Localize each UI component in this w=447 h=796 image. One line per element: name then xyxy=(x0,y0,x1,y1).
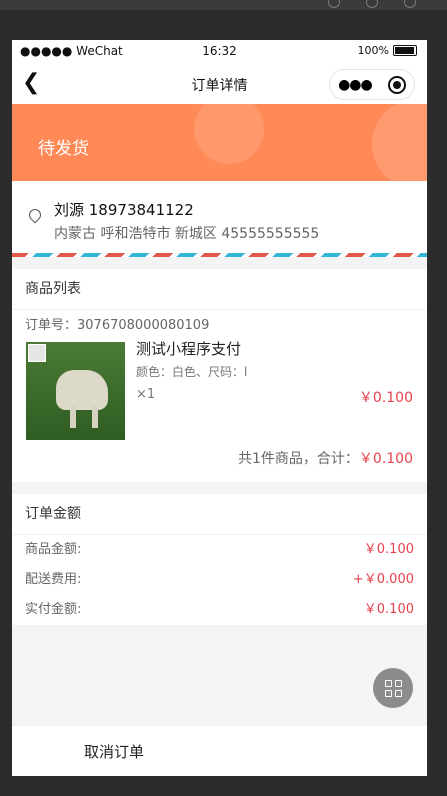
order-status-banner: 待发货 xyxy=(12,104,427,181)
product-price: ￥0.100 xyxy=(358,390,413,406)
order-number: 订单号：3076708000080109 xyxy=(25,318,210,333)
more-dots-icon[interactable]: ●●● xyxy=(338,77,373,93)
battery-icon xyxy=(393,45,417,56)
amount-label: 商品金额: xyxy=(25,542,82,557)
battery-percent: 100% xyxy=(357,44,389,57)
goat-shape xyxy=(56,370,108,410)
decor-circle xyxy=(194,104,264,164)
goat-leg xyxy=(70,406,76,428)
grid-icon xyxy=(384,679,402,697)
envelope-stripe xyxy=(12,253,427,257)
phone-screen: ●●●●● WeChat 16:32 100% ❮ 订单详情 ●●● 待发货 刘… xyxy=(12,40,427,776)
window-top-strip xyxy=(0,0,447,10)
product-list-card: 商品列表 订单号：3076708000080109 测试小程序支付 颜色：白色、… xyxy=(12,269,427,482)
product-thumbnail[interactable] xyxy=(26,342,125,440)
subtotal-label: 共1件商品，合计： xyxy=(237,451,359,467)
cancel-order-button[interactable]: 取消订单 xyxy=(84,741,144,762)
amount-label: 实付金额: xyxy=(25,602,82,617)
decor-circle xyxy=(372,104,427,181)
recipient-address: 内蒙古 呼和浩特市 新城区 45555555555 xyxy=(54,226,320,242)
window-icon xyxy=(404,0,416,8)
bottom-action-bar: 取消订单 xyxy=(12,725,427,776)
amount-row: 商品金额: ￥0.100 xyxy=(12,535,427,565)
target-icon[interactable] xyxy=(387,75,406,94)
order-subtotal: 共1件商品，合计：￥0.100 xyxy=(12,444,427,482)
amount-row: 配送费用: +￥0.000 xyxy=(12,565,427,595)
qr-code-icon xyxy=(28,344,46,362)
address-card: 刘源 18973841122 内蒙古 呼和浩特市 新城区 45555555555 xyxy=(12,181,427,253)
product-attributes: 颜色：白色、尺码：l xyxy=(136,365,248,379)
recipient-name-phone: 刘源 18973841122 xyxy=(54,201,194,219)
product-item[interactable]: 测试小程序支付 颜色：白色、尺码：l ×1 ￥0.100 xyxy=(12,334,427,444)
order-status-text: 待发货 xyxy=(38,139,89,159)
subtotal-value: ￥0.100 xyxy=(358,451,413,467)
window-icon xyxy=(328,0,340,8)
amount-row: 实付金额: ￥0.100 xyxy=(12,595,427,625)
section-title: 订单金额 xyxy=(12,494,427,535)
order-amount-card: 订单金额 商品金额: ￥0.100 配送费用: +￥0.000 实付金额: ￥0… xyxy=(12,494,427,625)
status-bar: ●●●●● WeChat 16:32 100% xyxy=(12,40,427,64)
amount-value: ￥0.100 xyxy=(363,542,414,557)
goat-leg xyxy=(92,406,98,428)
grid-menu-button[interactable] xyxy=(373,668,413,708)
capsule-menu[interactable]: ●●● xyxy=(329,69,415,100)
location-pin-icon xyxy=(26,206,44,224)
section-title: 商品列表 xyxy=(12,269,427,310)
window-icon xyxy=(366,0,378,8)
amount-value: ￥0.100 xyxy=(363,602,414,617)
product-title: 测试小程序支付 xyxy=(136,340,242,358)
nav-bar: ❮ 订单详情 ●●● xyxy=(12,64,427,104)
amount-value: +￥0.000 xyxy=(352,572,414,587)
product-quantity: ×1 xyxy=(136,387,156,402)
battery-status: 100% xyxy=(358,44,417,57)
amount-label: 配送费用: xyxy=(25,572,82,587)
